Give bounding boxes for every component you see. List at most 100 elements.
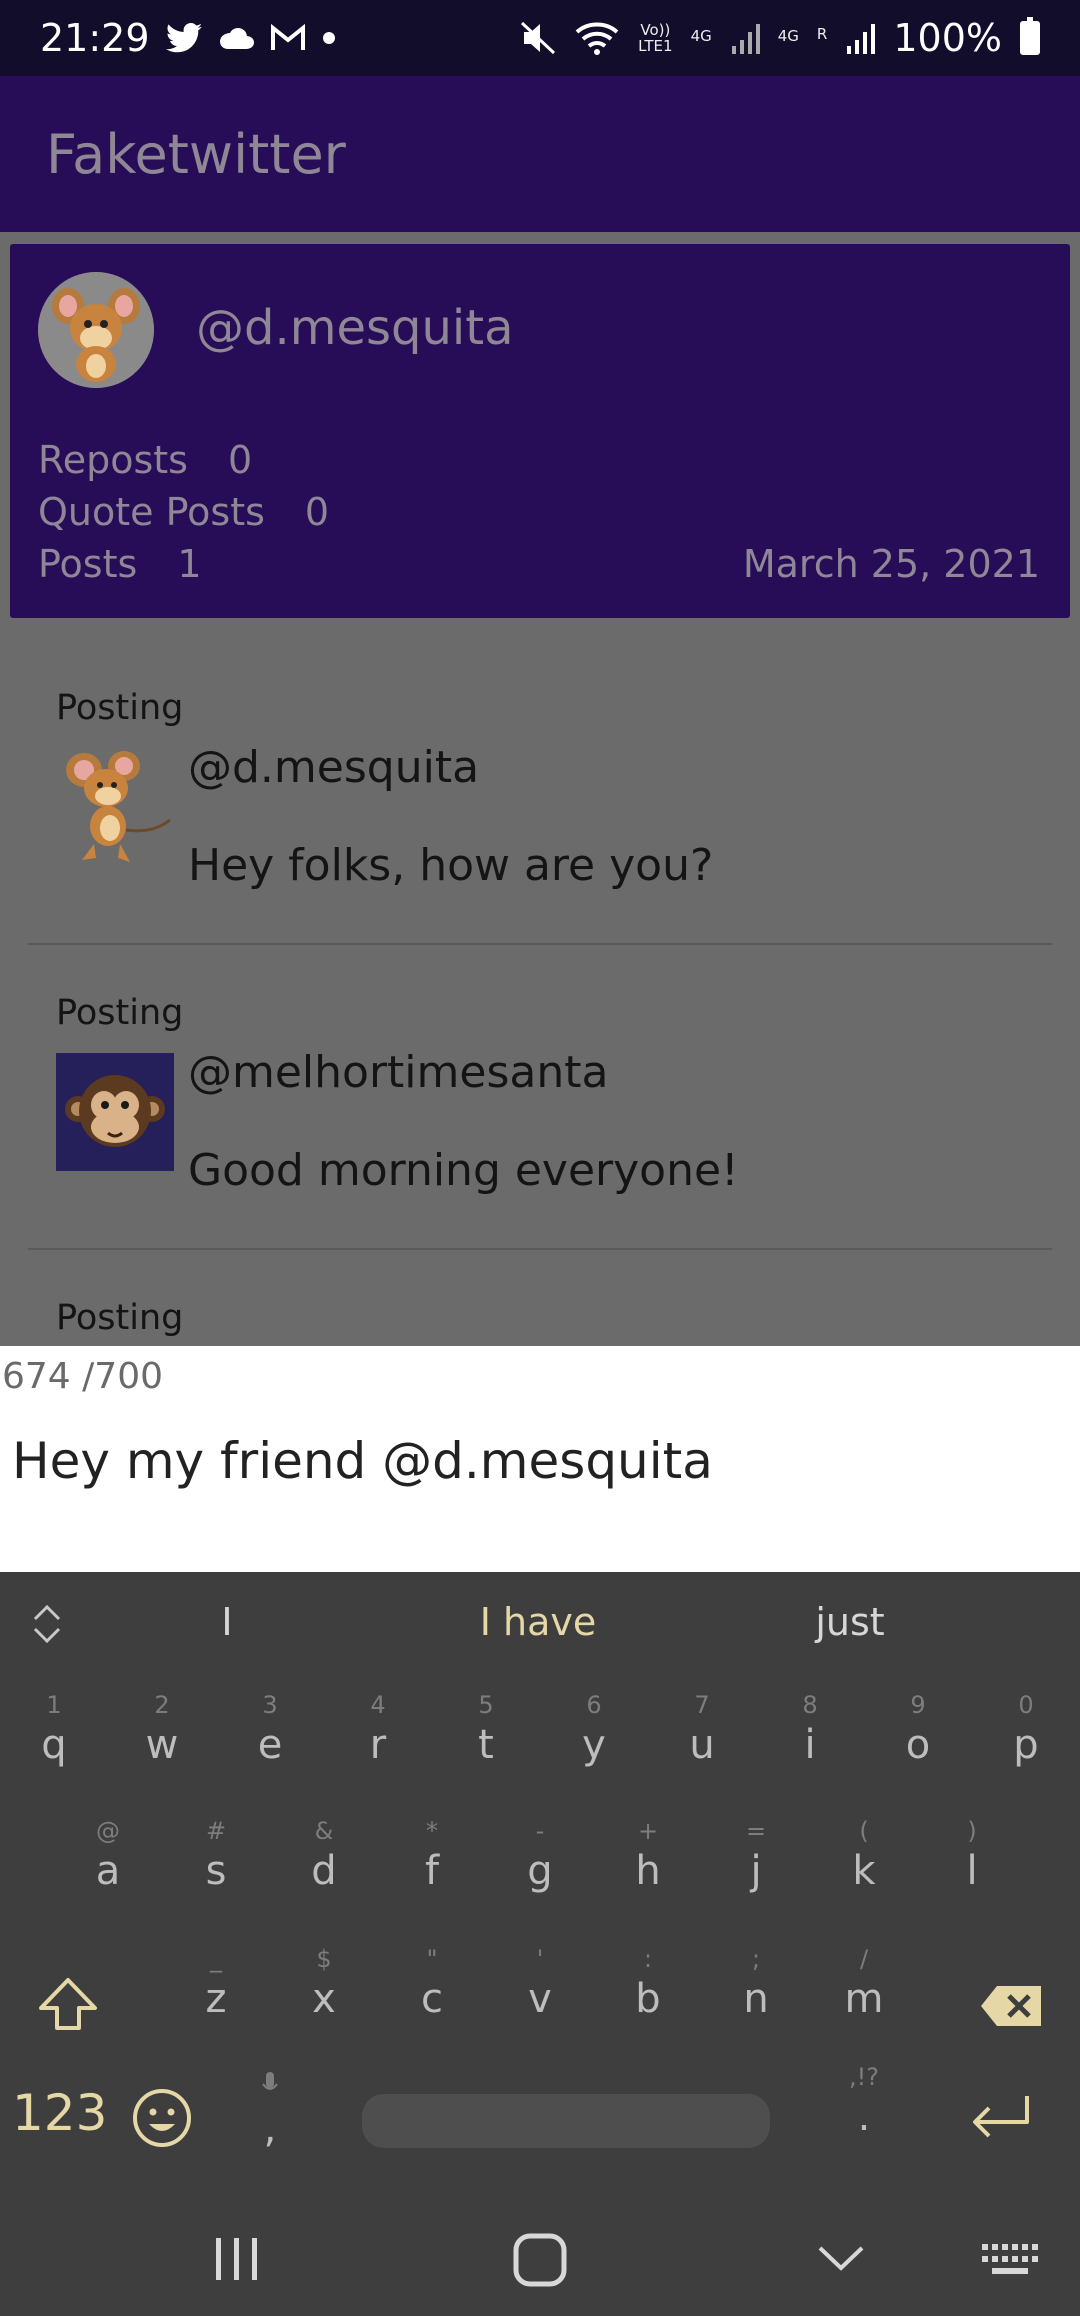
key-t[interactable]: 5t: [436, 1690, 536, 1810]
roaming-indicator: R: [816, 25, 828, 43]
key-label: o: [905, 1722, 931, 1768]
key-d[interactable]: & d: [274, 1816, 374, 1936]
key-p[interactable]: 0p: [976, 1690, 1076, 1810]
network-type-1: 4G: [690, 27, 712, 45]
post-label: Posting: [56, 1298, 184, 1338]
key-hint: #: [205, 1817, 227, 1845]
key-w[interactable]: 2w: [112, 1690, 212, 1810]
compose-panel[interactable]: 674 /700 Hey my friend @d.mesquita: [0, 1346, 1080, 1572]
app-bar: Faketwitter: [0, 76, 1080, 232]
suggestion-item[interactable]: I have: [480, 1600, 597, 1644]
key-r[interactable]: 4r: [328, 1690, 428, 1810]
shift-key[interactable]: [18, 1944, 118, 2064]
profile-join-date: March 25, 2021: [742, 542, 1040, 586]
key-e[interactable]: 3e: [220, 1690, 320, 1810]
key-label: s: [205, 1848, 227, 1894]
post-handle[interactable]: @d.mesquita: [188, 742, 479, 793]
post-label: Posting: [56, 993, 184, 1033]
key-o[interactable]: 9o: [868, 1690, 968, 1810]
key-label: r: [369, 1722, 387, 1768]
stat-value: 0: [227, 438, 253, 482]
key-hint: @: [96, 1817, 120, 1845]
expand-toolbar-icon[interactable]: [30, 1602, 64, 1646]
key-n[interactable]: ; n: [706, 1944, 806, 2064]
key-label: b: [635, 1976, 661, 2022]
stat-value: 1: [177, 542, 202, 586]
key-hint: ': [536, 1945, 544, 1973]
key-label: q: [41, 1722, 67, 1768]
key-label: u: [689, 1722, 715, 1768]
hide-keyboard-icon[interactable]: [816, 2240, 866, 2280]
status-time: 21:29: [40, 16, 150, 60]
recent-apps-icon[interactable]: [212, 2234, 262, 2288]
key-i[interactable]: 8i: [760, 1690, 860, 1810]
post-item[interactable]: Posting @melhortimesanta Good morning ev…: [28, 945, 1052, 1250]
key-label: ,: [263, 2106, 277, 2152]
key-hint: 6: [586, 1691, 602, 1719]
key-label: c: [421, 1976, 443, 2022]
suggestion-bar: I I have just: [0, 1572, 1080, 1674]
emoji-icon: [133, 2089, 191, 2147]
suggestion-item[interactable]: just: [815, 1600, 884, 1644]
key-l[interactable]: ) l: [922, 1816, 1022, 1936]
enter-key[interactable]: [950, 2062, 1050, 2182]
key-s[interactable]: # s: [166, 1816, 266, 1936]
key-hint: _: [210, 1945, 222, 1973]
key-label: z: [205, 1976, 227, 2022]
key-y[interactable]: 6y: [544, 1690, 644, 1810]
key-b[interactable]: :b: [598, 1944, 698, 2064]
key-hint: 2: [154, 1691, 170, 1719]
keyboard-switch-icon[interactable]: [980, 2240, 1040, 2284]
key-hint: $: [316, 1945, 332, 1973]
key-v[interactable]: ' v: [490, 1944, 590, 2064]
key-x[interactable]: $ x: [274, 1944, 374, 2064]
post-item[interactable]: Posting @d.mesquita Hey folks, how are y…: [28, 640, 1052, 945]
key-j[interactable]: = j: [706, 1816, 806, 1936]
stat-label: Reposts: [38, 438, 188, 482]
key-hint: *: [426, 1817, 438, 1845]
key-m[interactable]: / m: [814, 1944, 914, 2064]
suggestion-item[interactable]: I: [221, 1600, 232, 1644]
stat-label: Quote Posts: [38, 490, 265, 534]
key-g[interactable]: -g: [490, 1816, 590, 1936]
key-hint: 3: [262, 1691, 278, 1719]
key-hint: 8: [802, 1691, 818, 1719]
signal-icon: [845, 22, 876, 54]
stat-reposts: Reposts 0: [38, 438, 252, 482]
key-u[interactable]: 7u: [652, 1690, 752, 1810]
wifi-icon: [574, 20, 620, 56]
mouse-avatar-icon[interactable]: [56, 748, 174, 866]
soft-keyboard: I I have just 1q 2w 3e 4r 5t 6y 7u 8i 9o…: [0, 1572, 1080, 2200]
key-label: i: [804, 1722, 816, 1768]
character-counter: 674 /700: [2, 1356, 163, 1397]
home-icon[interactable]: [512, 2232, 568, 2292]
comma-key[interactable]: ,: [220, 2062, 320, 2182]
period-key[interactable]: ,!? .: [814, 2062, 914, 2182]
post-handle[interactable]: @melhortimesanta: [188, 1047, 608, 1098]
screen: 21:29 Vo)) LTE1 4G 4G R 100% Faketwitter…: [0, 0, 1080, 2316]
key-q[interactable]: 1q: [4, 1690, 104, 1810]
lte-label: LTE1: [638, 37, 673, 55]
numbers-key[interactable]: 123: [12, 2084, 107, 2142]
mute-icon: [520, 21, 556, 55]
space-bar[interactable]: [362, 2094, 770, 2148]
emoji-key[interactable]: [112, 2062, 212, 2182]
profile-avatar[interactable]: [38, 272, 154, 388]
navigation-bar: [0, 2200, 1080, 2316]
key-label: v: [528, 1976, 552, 2022]
key-z[interactable]: _ z: [166, 1944, 266, 2064]
key-label: p: [1013, 1722, 1039, 1768]
compose-input[interactable]: Hey my friend @d.mesquita: [12, 1432, 713, 1490]
key-c[interactable]: " c: [382, 1944, 482, 2064]
key-h[interactable]: + h: [598, 1816, 698, 1936]
profile-card[interactable]: @d.mesquita Reposts 0 Quote Posts 0 Post…: [10, 244, 1070, 618]
battery-percent: 100%: [893, 16, 1002, 60]
backspace-icon: [981, 1986, 1041, 2026]
key-f[interactable]: * f: [382, 1816, 482, 1936]
monkey-avatar-icon[interactable]: [56, 1053, 174, 1171]
battery-icon: [1020, 17, 1040, 55]
backspace-key[interactable]: [962, 1944, 1062, 2064]
stat-posts: Posts 1: [38, 542, 202, 586]
key-k[interactable]: (k: [814, 1816, 914, 1936]
key-a[interactable]: @ a: [58, 1816, 158, 1936]
